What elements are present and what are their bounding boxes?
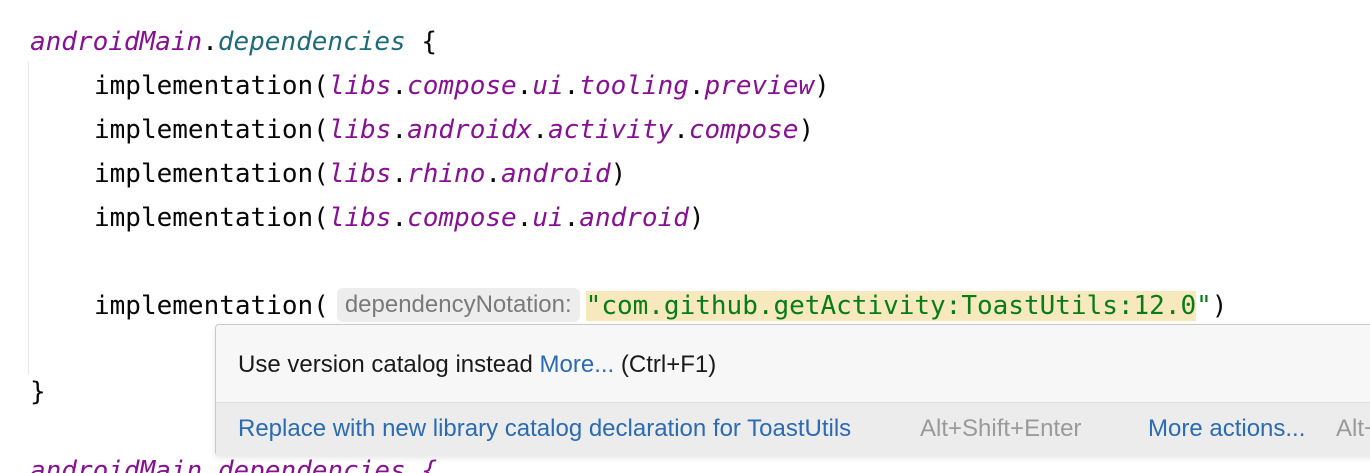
dot-punctuation: . — [202, 27, 218, 57]
close-paren: ) — [1211, 291, 1228, 321]
catalog-segment: android — [501, 159, 611, 189]
inspection-popup: Use version catalog instead More... (Ctr… — [215, 324, 1370, 456]
catalog-segment: compose — [407, 71, 517, 101]
more-info-shortcut: (Ctrl+F1) — [620, 351, 717, 378]
code-editor[interactable]: androidMain.dependencies { implementatio… — [0, 0, 1370, 473]
more-actions-link[interactable]: More actions... — [1148, 403, 1305, 455]
dependency-string-literal[interactable]: com.github.getActivity:ToastUtils:12.0 — [601, 291, 1197, 321]
partial-next-code-line: androidMain.dependencies { — [30, 456, 437, 473]
dot-punctuation: . — [563, 203, 580, 233]
catalog-segment: compose — [688, 115, 799, 145]
inspection-message: Use version catalog instead More... (Ctr… — [238, 325, 716, 401]
code-line-dependencies-block[interactable]: androidMain.dependencies { — [30, 22, 437, 62]
catalog-segment: preview — [704, 71, 815, 101]
catalog-segment: libs — [328, 115, 392, 145]
open-paren: ( — [313, 203, 329, 233]
string-quote-open: " — [585, 291, 602, 321]
dot-punctuation: . — [391, 203, 408, 233]
function-name: implementation — [94, 203, 314, 233]
catalog-segment: activity — [547, 115, 674, 145]
replace-with-catalog-action[interactable]: Replace with new library catalog declara… — [238, 403, 851, 455]
closing-brace: } — [30, 377, 46, 407]
code-line-dependency[interactable]: implementation(libs.rhino.android) — [94, 154, 626, 194]
close-paren: ) — [688, 203, 705, 233]
more-info-link[interactable]: More... — [540, 351, 615, 378]
close-paren: ) — [814, 71, 830, 101]
catalog-segment: tooling — [579, 71, 689, 101]
more-actions-shortcut: Alt+Enter — [1336, 415, 1370, 442]
fix-action-shortcut: Alt+Shift+Enter — [920, 415, 1082, 442]
dot-punctuation: . — [516, 203, 533, 233]
function-name: implementation — [94, 159, 314, 189]
dot-punctuation: . — [485, 159, 502, 189]
open-paren: ( — [313, 115, 329, 145]
open-brace: { — [405, 27, 437, 57]
catalog-segment: compose — [407, 203, 517, 233]
catalog-segment: androidx — [407, 115, 533, 145]
dot-punctuation: . — [688, 71, 705, 101]
receiver-identifier: androidMain — [30, 27, 203, 57]
dot-punctuation: . — [391, 159, 408, 189]
dot-punctuation: . — [391, 71, 408, 101]
catalog-segment: ui — [532, 203, 564, 233]
inspection-message-text: Use version catalog instead — [238, 351, 533, 378]
parameter-name-hint: dependencyNotation: — [336, 288, 580, 322]
catalog-segment: libs — [328, 71, 392, 101]
dot-punctuation: . — [673, 115, 689, 145]
string-quote-close: " — [1196, 291, 1212, 321]
code-line-dependency[interactable]: implementation(libs.compose.ui.android) — [94, 198, 705, 238]
catalog-segment: libs — [328, 159, 392, 189]
code-line-dependency[interactable]: implementation(libs.compose.ui.tooling.p… — [94, 66, 830, 106]
dot-punctuation: . — [391, 115, 408, 145]
function-name: implementation — [94, 115, 314, 145]
catalog-segment: libs — [328, 203, 392, 233]
function-name: implementation — [94, 71, 314, 101]
indent-guide — [28, 62, 29, 374]
code-line-dependency[interactable]: implementation(libs.androidx.activity.co… — [94, 110, 814, 150]
catalog-segment: android — [579, 203, 689, 233]
catalog-segment: ui — [532, 71, 564, 101]
close-paren: ) — [798, 115, 815, 145]
catalog-segment: rhino — [407, 159, 486, 189]
function-name: implementation — [94, 291, 314, 321]
close-paren: ) — [610, 159, 627, 189]
open-paren: ( — [313, 291, 329, 321]
open-paren: ( — [313, 159, 329, 189]
quick-fix-bar: Replace with new library catalog declara… — [216, 402, 1370, 456]
dot-punctuation: . — [532, 115, 548, 145]
code-line-dependency-string[interactable]: implementation(dependencyNotation: "com.g… — [94, 286, 1227, 326]
dot-punctuation: . — [563, 71, 580, 101]
dependencies-identifier: dependencies — [217, 27, 406, 57]
dot-punctuation: . — [516, 71, 533, 101]
open-paren: ( — [313, 71, 329, 101]
